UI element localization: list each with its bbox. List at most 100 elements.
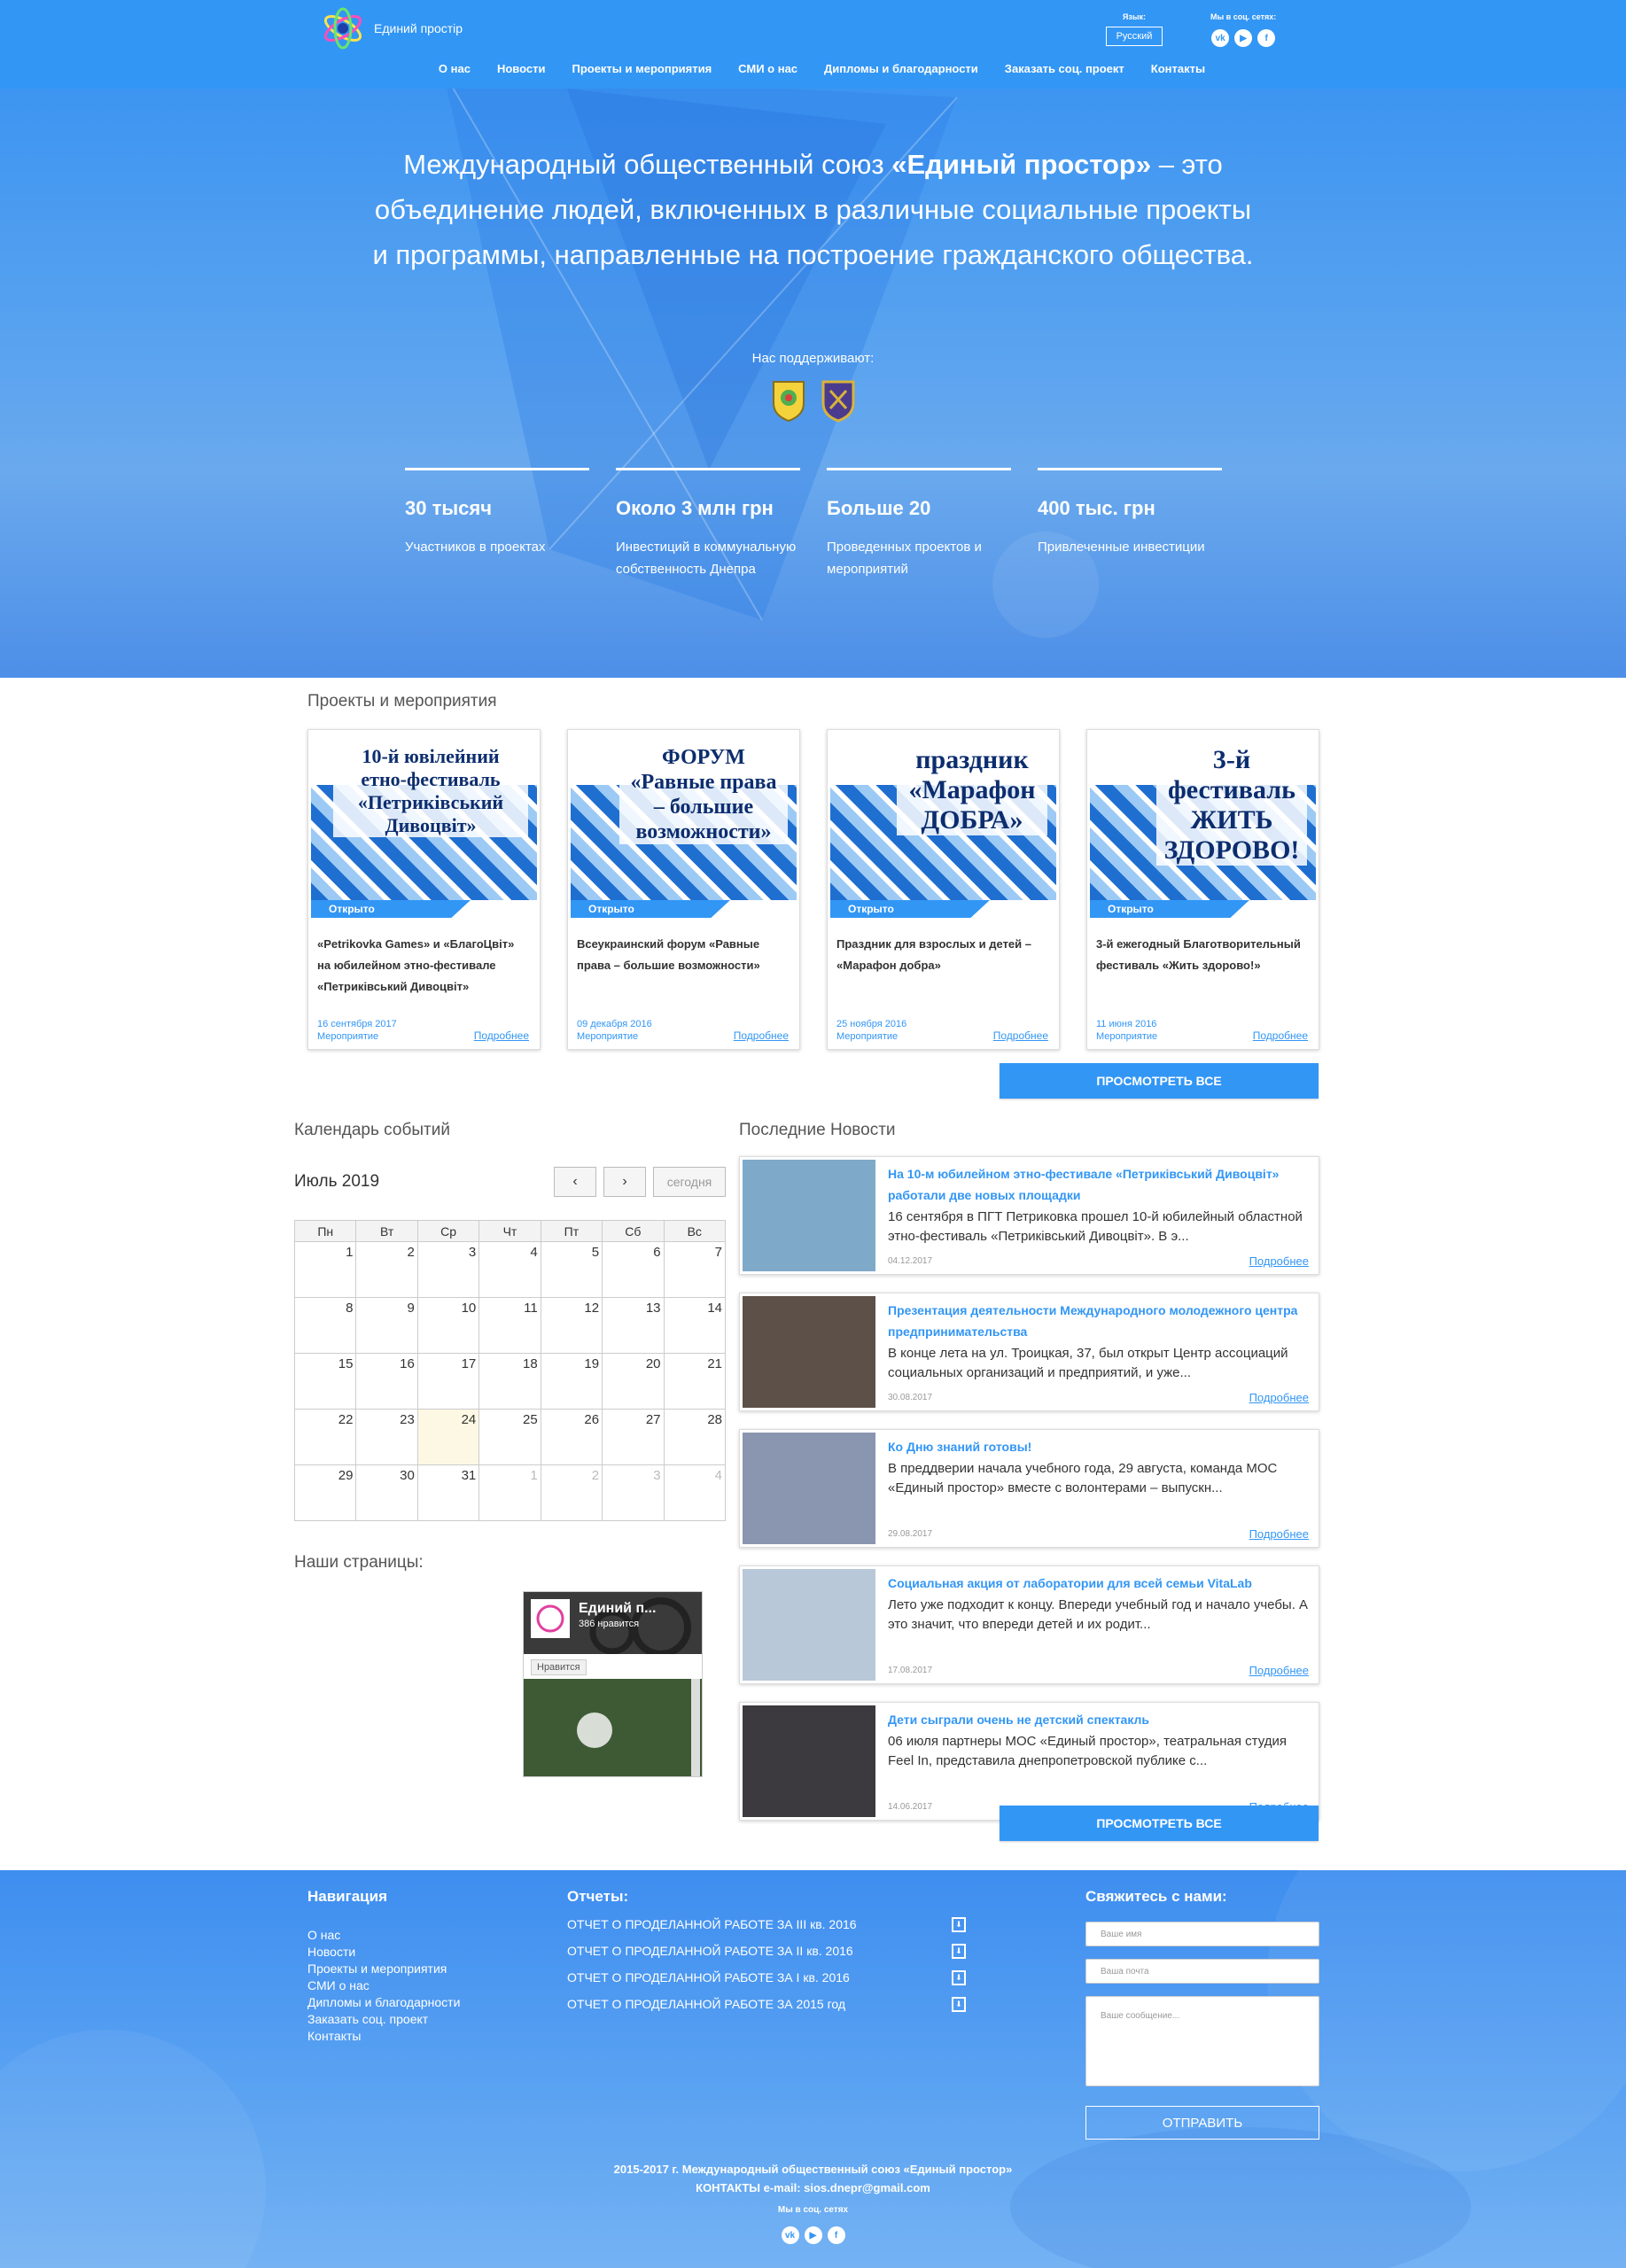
report-link[interactable]: ОТЧЕТ О ПРОДЕЛАННОЙ РАБОТЕ ЗА III кв. 20…: [567, 1916, 857, 1932]
footer-nav-link[interactable]: Проекты и мероприятия: [307, 1961, 460, 1977]
report-link[interactable]: ОТЧЕТ О ПРОДЕЛАННОЙ РАБОТЕ ЗА I кв. 2016: [567, 1969, 850, 1985]
calendar-day[interactable]: 8: [293, 1297, 357, 1354]
facebook-scrollbar[interactable]: [691, 1679, 700, 1776]
news-title-link[interactable]: Дети сыграли очень не детский спектакль: [888, 1709, 1313, 1730]
calendar-day[interactable]: 4: [663, 1464, 727, 1521]
project-title[interactable]: 3-й ежегодный Благотворительный фестивал…: [1096, 934, 1310, 976]
calendar-day[interactable]: 20: [602, 1353, 665, 1410]
facebook-page-widget[interactable]: Единий п... 386 нравится Нравится: [523, 1591, 703, 1777]
calendar-day[interactable]: 11: [478, 1297, 541, 1354]
report-item[interactable]: ОТЧЕТ О ПРОДЕЛАННОЙ РАБОТЕ ЗА III кв. 20…: [567, 1916, 966, 1932]
news-item[interactable]: Ко Дню знаний готовы! В преддверии начал…: [739, 1429, 1319, 1548]
coat-of-arms-region-icon[interactable]: [766, 377, 811, 423]
report-item[interactable]: ОТЧЕТ О ПРОДЕЛАННОЙ РАБОТЕ ЗА II кв. 201…: [567, 1943, 966, 1959]
footer-nav-link[interactable]: О нас: [307, 1927, 460, 1944]
calendar-day[interactable]: 12: [540, 1297, 603, 1354]
calendar-day[interactable]: 31: [416, 1464, 480, 1521]
news-item[interactable]: Социальная акция от лаборатории для всей…: [739, 1565, 1319, 1684]
youtube-icon[interactable]: ▶: [1234, 29, 1253, 47]
calendar-day[interactable]: 22: [293, 1409, 357, 1465]
footer-nav-link[interactable]: Дипломы и благодарности: [307, 1994, 460, 2011]
contact-email[interactable]: КОНТАКТЫ e-mail: sios.dnepr@gmail.com: [0, 2179, 1626, 2197]
facebook-like-button[interactable]: Нравится: [531, 1659, 587, 1675]
calendar-day[interactable]: 18: [478, 1353, 541, 1410]
calendar-day[interactable]: 17: [416, 1353, 480, 1410]
calendar-day[interactable]: 2: [540, 1464, 603, 1521]
calendar-prev-button[interactable]: ‹: [554, 1167, 596, 1197]
nav-contacts[interactable]: Контакты: [1151, 62, 1205, 75]
project-card[interactable]: ФОРУМ «Равные права – большие возможност…: [567, 729, 800, 1050]
calendar-day[interactable]: 29: [293, 1464, 357, 1521]
calendar-today-button[interactable]: сегодня: [653, 1167, 726, 1197]
calendar-day[interactable]: 26: [540, 1409, 603, 1465]
footer-nav-link[interactable]: Заказать соц. проект: [307, 2011, 460, 2028]
footer-nav-link[interactable]: Контакты: [307, 2028, 460, 2045]
calendar-day[interactable]: 30: [355, 1464, 418, 1521]
project-title[interactable]: Праздник для взрослых и детей – «Марафон…: [836, 934, 1050, 976]
footer-nav-link[interactable]: Новости: [307, 1944, 460, 1961]
project-card[interactable]: 10-й ювілейний етно-фестиваль «Петриківс…: [307, 729, 541, 1050]
calendar-day[interactable]: 13: [602, 1297, 665, 1354]
pdf-icon[interactable]: ⬇: [952, 1943, 966, 1959]
calendar-day[interactable]: 7: [663, 1241, 727, 1298]
message-field[interactable]: Ваше сообщение...: [1085, 1996, 1319, 2086]
calendar-day[interactable]: 27: [602, 1409, 665, 1465]
calendar-day[interactable]: 2: [355, 1241, 418, 1298]
more-link[interactable]: Подробнее: [474, 1029, 529, 1042]
nav-news[interactable]: Новости: [497, 62, 546, 75]
calendar-day[interactable]: 10: [416, 1297, 480, 1354]
nav-projects[interactable]: Проекты и мероприятия: [572, 62, 712, 75]
calendar-day[interactable]: 3: [416, 1241, 480, 1298]
pdf-icon[interactable]: ⬇: [952, 1996, 966, 2012]
nav-order-project[interactable]: Заказать соц. проект: [1005, 62, 1124, 75]
report-item[interactable]: ОТЧЕТ О ПРОДЕЛАННОЙ РАБОТЕ ЗА 2015 год ⬇: [567, 1996, 966, 2012]
name-field[interactable]: Ваше имя: [1085, 1922, 1319, 1946]
calendar-day[interactable]: 24: [416, 1409, 480, 1465]
calendar-day[interactable]: 5: [540, 1241, 603, 1298]
more-link[interactable]: Подробнее: [734, 1029, 789, 1042]
facebook-icon[interactable]: f: [827, 2226, 845, 2244]
send-button[interactable]: ОТПРАВИТЬ: [1085, 2106, 1319, 2140]
email-field[interactable]: Ваша почта: [1085, 1959, 1319, 1984]
pdf-icon[interactable]: ⬇: [952, 1916, 966, 1932]
news-title-link[interactable]: Социальная акция от лаборатории для всей…: [888, 1573, 1313, 1594]
calendar-day[interactable]: 16: [355, 1353, 418, 1410]
project-card[interactable]: праздник «Марафон ДОБРА» Открыто Праздни…: [827, 729, 1060, 1050]
calendar-day[interactable]: 4: [478, 1241, 541, 1298]
more-link[interactable]: Подробнее: [1249, 1664, 1309, 1677]
news-title-link[interactable]: Презентация деятельности Международного …: [888, 1300, 1313, 1342]
logo[interactable]: Единий простір: [321, 7, 463, 50]
project-title[interactable]: «Petrikovka Games» и «БлагоЦвіт» на юбил…: [317, 934, 531, 998]
more-link[interactable]: Подробнее: [1249, 1254, 1309, 1268]
calendar-day[interactable]: 3: [602, 1464, 665, 1521]
projects-view-all-button[interactable]: ПРОСМОТРЕТЬ ВСЕ: [1000, 1063, 1319, 1099]
calendar-day[interactable]: 25: [478, 1409, 541, 1465]
calendar-day[interactable]: 19: [540, 1353, 603, 1410]
calendar-next-button[interactable]: ›: [603, 1167, 646, 1197]
vk-icon[interactable]: vk: [781, 2226, 799, 2244]
report-link[interactable]: ОТЧЕТ О ПРОДЕЛАННОЙ РАБОТЕ ЗА 2015 год: [567, 1996, 845, 2012]
calendar-day[interactable]: 1: [293, 1241, 357, 1298]
project-title[interactable]: Всеукраинский форум «Равные права – боль…: [577, 934, 790, 976]
calendar-day[interactable]: 15: [293, 1353, 357, 1410]
calendar-day[interactable]: 28: [663, 1409, 727, 1465]
news-title-link[interactable]: Ко Дню знаний готовы!: [888, 1436, 1313, 1457]
news-item[interactable]: На 10-м юбилейном этно-фестивале «Петрик…: [739, 1156, 1319, 1275]
report-link[interactable]: ОТЧЕТ О ПРОДЕЛАННОЙ РАБОТЕ ЗА II кв. 201…: [567, 1943, 853, 1959]
nav-about[interactable]: О нас: [439, 62, 471, 75]
facebook-icon[interactable]: f: [1257, 29, 1276, 47]
language-select[interactable]: Русский: [1106, 27, 1163, 46]
more-link[interactable]: Подробнее: [993, 1029, 1048, 1042]
play-icon[interactable]: [577, 1713, 612, 1748]
calendar-day[interactable]: 23: [355, 1409, 418, 1465]
pdf-icon[interactable]: ⬇: [952, 1969, 966, 1985]
footer-nav-link[interactable]: СМИ о нас: [307, 1977, 460, 1994]
more-link[interactable]: Подробнее: [1253, 1029, 1308, 1042]
nav-diplomas[interactable]: Дипломы и благодарности: [824, 62, 978, 75]
report-item[interactable]: ОТЧЕТ О ПРОДЕЛАННОЙ РАБОТЕ ЗА I кв. 2016…: [567, 1969, 966, 1985]
more-link[interactable]: Подробнее: [1249, 1527, 1309, 1541]
calendar-day[interactable]: 6: [602, 1241, 665, 1298]
youtube-icon[interactable]: ▶: [804, 2226, 822, 2244]
coat-of-arms-city-icon[interactable]: [816, 377, 860, 423]
news-item[interactable]: Презентация деятельности Международного …: [739, 1293, 1319, 1411]
